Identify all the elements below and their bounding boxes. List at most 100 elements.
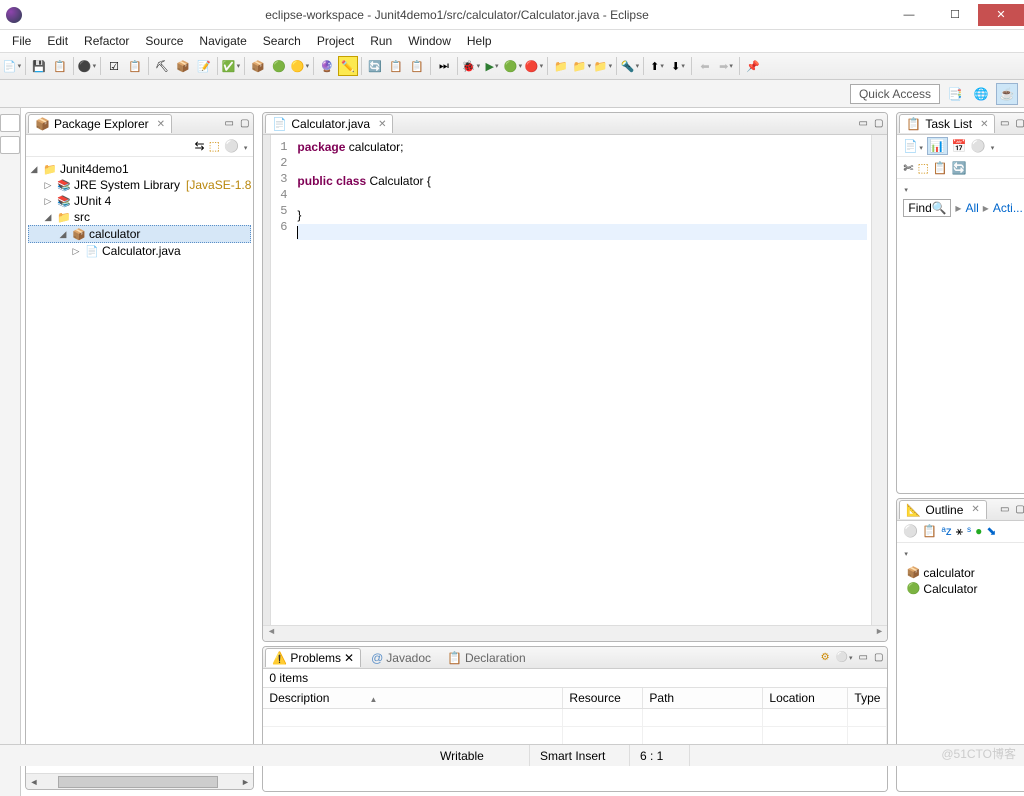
menu-run[interactable]: Run (362, 32, 400, 50)
prev-ann-button[interactable]: ⬆ (647, 56, 667, 76)
activate-link[interactable]: Acti... (993, 201, 1023, 215)
folder2-button[interactable]: 📁 (572, 56, 592, 76)
javadoc-tab[interactable]: @ Javadoc (365, 649, 437, 667)
check-button[interactable]: ✅ (221, 56, 241, 76)
sort-icon[interactable]: 📋 (922, 524, 937, 538)
outline-class[interactable]: Calculator (923, 582, 977, 596)
tree-jre[interactable]: JRE System Library (74, 178, 180, 192)
minimize-icon[interactable]: ▭ (223, 118, 236, 129)
editor-tab[interactable]: 📄 Calculator.java ✕ (265, 114, 393, 133)
col-resource[interactable]: Resource (563, 688, 643, 708)
tree-file[interactable]: Calculator.java (102, 244, 181, 258)
max-icon[interactable]: ▢ (1013, 118, 1024, 129)
run-last-button[interactable]: 🔴 (524, 56, 544, 76)
min-icon[interactable]: ▭ (857, 652, 870, 663)
scissors-icon[interactable]: ✄ (903, 161, 913, 175)
col-path[interactable]: Path (643, 688, 763, 708)
save-button[interactable]: 💾 (29, 56, 49, 76)
new-button[interactable]: 📄 (2, 56, 22, 76)
maximize-icon[interactable]: ▢ (238, 118, 251, 129)
clip1-button[interactable]: 📋 (386, 56, 406, 76)
save-all-button[interactable]: 📋 (50, 56, 70, 76)
view-menu-icon[interactable] (243, 139, 248, 153)
collapse-all-icon[interactable]: ⇆ (195, 139, 205, 153)
tree-src[interactable]: src (74, 210, 90, 224)
col-type[interactable]: Type (848, 688, 887, 708)
declaration-tab[interactable]: 📋 Declaration (441, 649, 532, 667)
problems-tab[interactable]: ⚠️ Problems ✕ (265, 648, 361, 667)
hide-nonpublic-icon[interactable]: ● (975, 524, 982, 538)
new-java-button[interactable]: 📦 (173, 56, 193, 76)
restore-button-1[interactable] (0, 114, 20, 132)
sync-button[interactable]: 🔄 (365, 56, 385, 76)
chevron-down-icon[interactable] (903, 181, 908, 195)
col-description[interactable]: Description▲ (263, 688, 563, 708)
focus-icon[interactable]: ⚪ (903, 524, 918, 538)
forward-button[interactable]: ➡ (716, 56, 736, 76)
view-menu-icon[interactable]: ⚪ (834, 652, 855, 663)
focus-icon[interactable]: ⚪ (224, 139, 239, 153)
min-icon[interactable]: ▭ (998, 504, 1011, 515)
new-class-button[interactable]: 🟢 (269, 56, 289, 76)
sync-task-icon[interactable]: 🔄 (952, 161, 967, 175)
focus-icon[interactable]: ⚪ (971, 139, 986, 153)
editor-vscrollbar[interactable] (871, 135, 887, 625)
editor-min-icon[interactable]: ▭ (857, 118, 870, 129)
menu-source[interactable]: Source (137, 32, 191, 50)
az-icon[interactable]: ᵃz (941, 524, 951, 538)
menu-search[interactable]: Search (255, 32, 309, 50)
maximize-button[interactable] (932, 4, 978, 26)
quick-access-input[interactable]: Quick Access (850, 84, 940, 104)
close-icon[interactable]: ✕ (980, 119, 988, 130)
open-perspective-button[interactable]: 📑 (944, 83, 966, 105)
outline-package[interactable]: calculator (923, 566, 974, 580)
menu-file[interactable]: File (4, 32, 39, 50)
categorize-icon[interactable]: 📊 (927, 137, 948, 155)
wand-button[interactable]: 🔮 (317, 56, 337, 76)
tree-package[interactable]: calculator (89, 227, 140, 241)
chevron-down-icon[interactable] (903, 545, 908, 559)
clip2-button[interactable]: 📋 (407, 56, 427, 76)
highlight-button[interactable]: ✏️ (338, 56, 358, 76)
open-type-button[interactable]: 📋 (125, 56, 145, 76)
close-icon[interactable]: ✕ (344, 651, 354, 665)
menu-edit[interactable]: Edit (39, 32, 76, 50)
java-ee-perspective-button[interactable]: 🌐 (970, 83, 992, 105)
hide-static-icon[interactable]: ˢ (967, 524, 971, 538)
close-icon[interactable]: ✕ (971, 504, 979, 515)
restore-button-2[interactable] (0, 136, 20, 154)
menu-window[interactable]: Window (400, 32, 459, 50)
java-perspective-button[interactable]: ☕ (996, 83, 1018, 105)
task-list-tab[interactable]: 📋 Task List ✕ (899, 114, 995, 133)
package-explorer-tree[interactable]: ◢📁 Junit4demo1 ▷📚 JRE System Library [Ja… (26, 157, 253, 773)
nav-icon[interactable]: 📋 (933, 161, 948, 175)
new-pkg-button[interactable]: 📦 (248, 56, 268, 76)
menu-navigate[interactable]: Navigate (191, 32, 254, 50)
hide-local-icon[interactable]: ⬊ (986, 524, 996, 538)
toggle-button[interactable]: ☑ (104, 56, 124, 76)
minimize-button[interactable] (886, 4, 932, 26)
skip-button[interactable]: ⛏ (152, 56, 172, 76)
find-input[interactable]: Find🔍 (903, 199, 951, 217)
menu-help[interactable]: Help (459, 32, 500, 50)
folder1-button[interactable]: 📁 (551, 56, 571, 76)
close-icon[interactable]: ✕ (157, 119, 165, 130)
editor-hscrollbar[interactable]: ◄► (263, 625, 887, 641)
tree-junit[interactable]: JUnit 4 (74, 194, 111, 208)
all-link[interactable]: All (965, 201, 978, 215)
max-icon[interactable]: ▢ (1013, 504, 1024, 515)
close-button[interactable] (978, 4, 1024, 26)
problems-table[interactable]: Description▲ Resource Path Location Type (263, 687, 887, 791)
min-icon[interactable]: ▭ (998, 118, 1011, 129)
filter-icon[interactable]: ⚙ (819, 652, 832, 663)
next-ann-button[interactable]: ⬇ (668, 56, 688, 76)
menu-project[interactable]: Project (309, 32, 362, 50)
col-location[interactable]: Location (763, 688, 848, 708)
menu-refactor[interactable]: Refactor (76, 32, 137, 50)
pkg-hscrollbar[interactable]: ◄► (26, 773, 253, 789)
max-icon[interactable]: ▢ (872, 652, 885, 663)
tree-project[interactable]: Junit4demo1 (60, 162, 129, 176)
task-menu-icon[interactable] (990, 139, 995, 153)
hide-fields-icon[interactable]: ⚹ (956, 524, 963, 539)
coverage-button[interactable]: 🟢 (503, 56, 523, 76)
